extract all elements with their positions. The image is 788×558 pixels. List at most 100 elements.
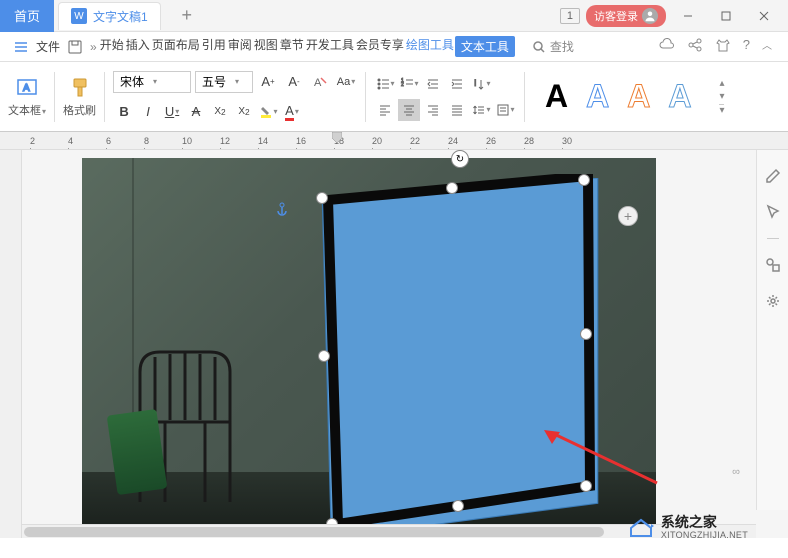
handle-mr[interactable] — [580, 328, 592, 340]
style-gallery-expand[interactable]: ▴▾▾ — [719, 78, 724, 116]
watermark-cn: 系统之家 — [661, 515, 748, 530]
add-tab-button[interactable]: + — [173, 2, 201, 30]
guest-login-button[interactable]: 访客登录 — [586, 5, 666, 27]
layout-options-button[interactable]: + — [618, 206, 638, 226]
document-image[interactable]: ↻ + — [82, 158, 656, 532]
save-icon[interactable] — [62, 34, 88, 60]
app-menu-icon[interactable] — [8, 34, 34, 60]
share-icon[interactable] — [687, 37, 703, 56]
align-justify-button[interactable] — [446, 99, 468, 121]
titlebar: 首页 W 文字文稿1 + 1 访客登录 — [0, 0, 788, 32]
decrease-indent-button[interactable] — [422, 73, 444, 95]
menu-page-layout[interactable]: 页面布局 — [151, 36, 201, 57]
subscript-button[interactable]: X2 — [233, 101, 255, 123]
svg-text:A: A — [23, 83, 30, 94]
menu-draw-tools[interactable]: 绘图工具 — [405, 36, 455, 57]
bold-button[interactable]: B — [113, 101, 135, 123]
align-left-button[interactable] — [374, 99, 396, 121]
minimize-button[interactable] — [672, 4, 704, 28]
divider — [365, 72, 366, 122]
align-right-button[interactable] — [422, 99, 444, 121]
svg-text:2: 2 — [401, 82, 404, 88]
cloud-icon[interactable] — [659, 37, 675, 56]
textbox-label: 文本框▾ — [8, 102, 46, 118]
divider — [104, 72, 105, 122]
style-outline-blue2[interactable]: A — [668, 78, 691, 115]
menu-review[interactable]: 审阅 — [227, 36, 253, 57]
menu-insert[interactable]: 插入 — [125, 36, 151, 57]
menu-dev-tools[interactable]: 开发工具 — [305, 36, 355, 57]
menu-chapter[interactable]: 章节 — [279, 36, 305, 57]
document-tab[interactable]: W 文字文稿1 — [58, 2, 161, 30]
handle-ml[interactable] — [318, 350, 330, 362]
search-label: 查找 — [550, 38, 574, 55]
font-name-select[interactable]: 宋体▾ — [113, 71, 191, 93]
valign-button[interactable]: ▾ — [494, 99, 516, 121]
settings-icon[interactable] — [763, 291, 783, 311]
change-case-button[interactable]: Aa▾ — [335, 71, 357, 93]
line-spacing-button[interactable]: ▾ — [470, 99, 492, 121]
underline-button[interactable]: U▾ — [161, 101, 183, 123]
divider — [524, 72, 525, 122]
horizontal-ruler[interactable]: 24681012141618202224262830 — [0, 132, 788, 150]
avatar-icon — [642, 8, 658, 24]
maximize-button[interactable] — [710, 4, 742, 28]
increase-font-button[interactable]: A+ — [257, 71, 279, 93]
highlight-button[interactable]: ▾ — [257, 101, 279, 123]
rotate-handle[interactable]: ↻ — [451, 150, 469, 168]
text-direction-button[interactable]: I▾ — [470, 73, 492, 95]
menu-start[interactable]: 开始 — [99, 36, 125, 57]
watermark-logo-icon — [627, 514, 655, 542]
red-arrow-annotation — [542, 428, 662, 488]
file-menu[interactable]: 文件 — [36, 38, 60, 55]
search-box[interactable]: 查找 — [525, 35, 581, 58]
scrollbar-thumb[interactable] — [24, 527, 604, 537]
right-sidebar — [756, 150, 788, 510]
shape-props-icon[interactable] — [763, 255, 783, 275]
align-center-button[interactable] — [398, 99, 420, 121]
watermark-en: XITONGZHIJIA.NET — [661, 531, 748, 541]
sidebar-divider — [767, 238, 779, 239]
text-styles-gallery[interactable]: A A A A — [533, 78, 703, 115]
style-fill-black[interactable]: A — [545, 78, 568, 115]
menu-items: 开始 插入 页面布局 引用 审阅 视图 章节 开发工具 会员专享 绘图工具 文本… — [99, 36, 515, 57]
close-button[interactable] — [748, 4, 780, 28]
canvas-area: ↻ + ∞ — [0, 150, 788, 538]
format-painter-button[interactable]: 格式刷 — [63, 76, 96, 118]
strikethrough-button[interactable]: A — [185, 101, 207, 123]
menu-reference[interactable]: 引用 — [201, 36, 227, 57]
font-color-button[interactable]: A▾ — [281, 101, 303, 123]
menu-view[interactable]: 视图 — [253, 36, 279, 57]
handle-tr[interactable] — [578, 174, 590, 186]
style-outline-blue[interactable]: A — [586, 78, 609, 115]
handle-tl[interactable] — [316, 192, 328, 204]
increase-indent-button[interactable] — [446, 73, 468, 95]
number-list-button[interactable]: 12▾ — [398, 73, 420, 95]
vertical-ruler[interactable] — [0, 150, 22, 538]
skin-icon[interactable] — [715, 37, 731, 56]
decrease-font-button[interactable]: A- — [283, 71, 305, 93]
italic-button[interactable]: I — [137, 101, 159, 123]
menubar: 文件 » 开始 插入 页面布局 引用 审阅 视图 章节 开发工具 会员专享 绘图… — [0, 32, 788, 62]
handle-tm[interactable] — [446, 182, 458, 194]
caret-icon[interactable]: ︿ — [762, 37, 772, 56]
menu-text-tools[interactable]: 文本工具 — [455, 36, 515, 57]
ruler-indent-marker[interactable] — [332, 132, 342, 150]
help-icon[interactable]: ? — [743, 37, 750, 56]
pencil-icon[interactable] — [763, 166, 783, 186]
menu-member[interactable]: 会员专享 — [355, 36, 405, 57]
window-count-badge[interactable]: 1 — [560, 8, 580, 24]
word-doc-icon: W — [71, 8, 87, 24]
more-menu[interactable]: » — [90, 40, 97, 54]
cursor-icon[interactable] — [763, 202, 783, 222]
toolbar: A 文本框▾ 格式刷 宋体▾ 五号▾ A+ A- A Aa▾ B I U▾ A … — [0, 62, 788, 132]
font-size-select[interactable]: 五号▾ — [195, 71, 253, 93]
handle-bm[interactable] — [452, 500, 464, 512]
bullet-list-button[interactable]: ▾ — [374, 73, 396, 95]
home-tab[interactable]: 首页 — [0, 0, 54, 32]
style-outline-orange[interactable]: A — [627, 78, 650, 115]
guest-login-label: 访客登录 — [594, 8, 638, 24]
textbox-button[interactable]: A 文本框▾ — [8, 76, 46, 118]
clear-format-button[interactable]: A — [309, 71, 331, 93]
superscript-button[interactable]: X2 — [209, 101, 231, 123]
